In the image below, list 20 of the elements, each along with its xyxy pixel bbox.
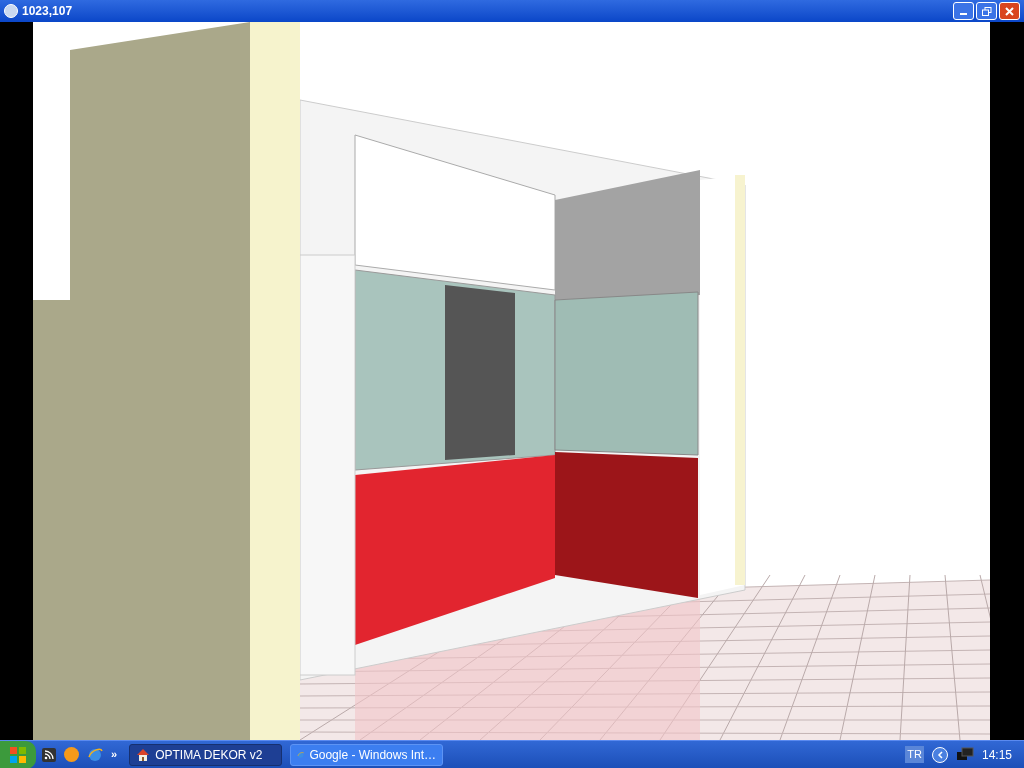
clock[interactable]: 14:15 — [981, 745, 1012, 764]
more-button[interactable]: » — [111, 749, 118, 760]
minimize-button[interactable] — [953, 2, 974, 20]
house-icon — [136, 747, 151, 762]
restore-icon — [981, 6, 992, 16]
windows-flag-icon — [9, 745, 27, 764]
window-title: 1023,107 — [22, 3, 73, 20]
language-indicator[interactable]: TR — [905, 746, 924, 763]
close-button[interactable] — [999, 2, 1020, 20]
network-icon[interactable] — [955, 746, 974, 763]
chevron-left-icon — [936, 750, 943, 759]
close-icon — [1005, 6, 1014, 16]
rss-icon[interactable] — [42, 747, 56, 762]
minimize-icon — [960, 13, 967, 15]
restore-button[interactable] — [976, 2, 997, 20]
start-button[interactable] — [0, 740, 36, 768]
show-hidden-icons-button[interactable] — [931, 746, 948, 763]
taskbar-button[interactable]: Google - Windows Int… — [290, 743, 444, 766]
app-icon — [4, 4, 18, 18]
taskbar-button[interactable]: OPTIMA DEKOR v2 — [129, 743, 283, 766]
